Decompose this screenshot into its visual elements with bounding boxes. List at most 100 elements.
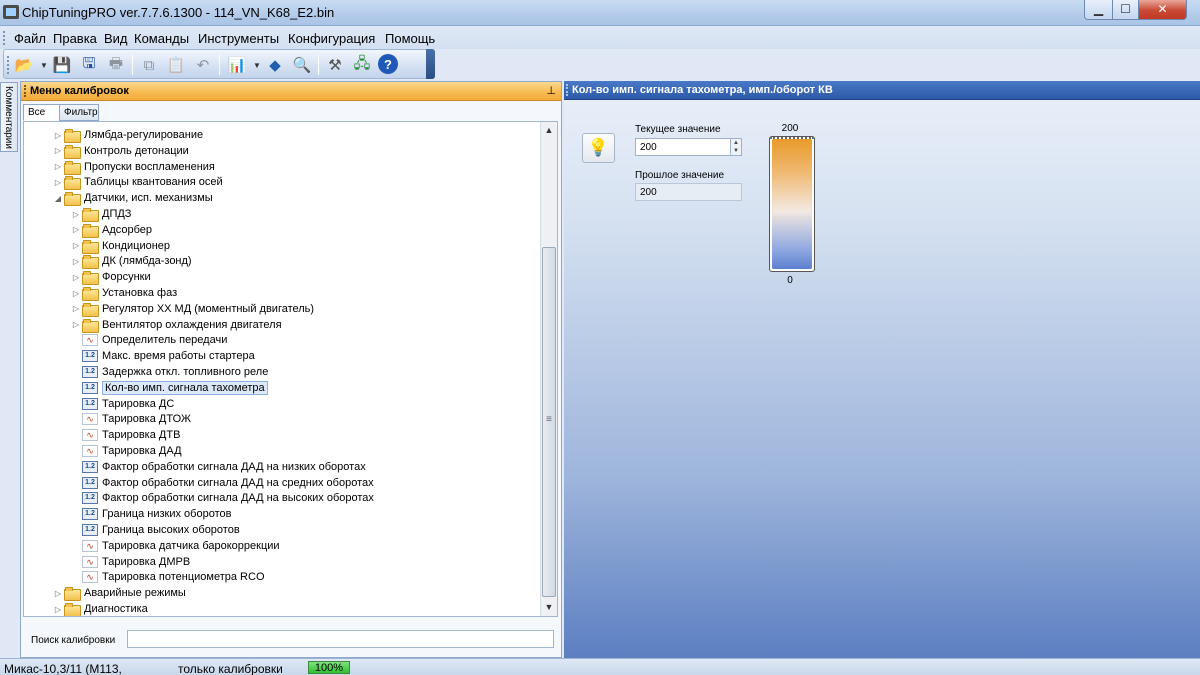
tree-row[interactable]: ∿ Тарировка ДАД [70,443,182,459]
tree-row[interactable]: ▷ Адсорбер [70,222,152,238]
tree-row[interactable]: ∿ Определитель передачи [70,332,227,348]
copy-icon[interactable]: ⧉ [138,54,160,76]
pin-icon[interactable]: ⊥ [546,84,556,97]
collapsed-arrow-icon[interactable]: ▷ [70,304,82,313]
menubar-grip[interactable] [3,31,7,45]
folder-icon [64,587,81,602]
collapsed-arrow-icon[interactable]: ▷ [52,178,64,187]
close-button[interactable]: ✕ [1138,0,1187,20]
tree-row[interactable]: ▷ Вентилятор охлаждения двигателя [70,317,282,333]
menu-file[interactable]: Файл [14,31,46,46]
tree-row[interactable]: ◢ Датчики, исп. механизмы [52,190,213,207]
undo-icon[interactable]: ↶ [192,54,214,76]
tree-row[interactable]: ▷ Таблицы квантования осей [52,174,223,191]
menu-view[interactable]: Вид [104,31,128,46]
value-gauge[interactable] [769,136,815,272]
tree-row[interactable]: ▷ ДК (лямбда-зонд) [70,253,192,270]
tree-row[interactable]: ▷ Лямбда-регулирование [52,127,203,143]
tree-row[interactable]: 1.2 Задержка откл. топливного реле [70,364,268,380]
tree-row[interactable]: 1.2 Фактор обработки сигнала ДАД на средн… [70,475,374,491]
comments-side-tab[interactable]: Комментарии [0,82,18,152]
panel-grip[interactable] [24,85,27,97]
collapsed-arrow-icon[interactable]: ▷ [52,131,64,140]
menu-help[interactable]: Помощь [385,31,435,46]
current-value-input[interactable]: 200 [635,138,731,156]
open-folder-icon[interactable]: 📂 [13,54,35,76]
tree-row[interactable]: ▷ Форсунки [70,269,151,286]
diamond-nav-icon[interactable]: ◆ [264,54,286,76]
panel-grip[interactable] [566,84,569,96]
collapsed-arrow-icon[interactable]: ▷ [70,289,82,298]
print-icon[interactable]: 🖶 [105,54,127,76]
save-icon[interactable]: 💾 [51,54,73,76]
tree-row[interactable]: ∿ Тарировка ДМРВ [70,554,190,570]
tree-row-selected[interactable]: 1.2 Кол-во имп. сигнала тахометра [70,380,268,396]
scroll-thumb[interactable] [542,247,556,597]
tree-row[interactable]: ▷ Аварийные режимы [52,585,186,602]
paste-icon[interactable]: 📋 [165,54,187,76]
save-as-icon[interactable]: 🖫 [78,54,100,76]
tab-filter[interactable]: Фильтр [59,104,99,121]
tree-row[interactable]: 1.2 Фактор обработки сигнала ДАД на низки… [70,459,366,475]
calibration-search-input[interactable] [127,630,554,648]
magnifier-icon[interactable]: 🔍 [291,54,313,76]
tree-row[interactable]: ▷ Пропуски воспламенения [52,159,215,175]
tree-row[interactable]: ▷ Регулятор ХХ МД (моментный двигатель) [70,301,314,317]
tree-item-label: Контроль детонации [84,144,189,157]
menu-configuration[interactable]: Конфигурация [288,31,375,46]
tree-row[interactable]: ∿ Тарировка ДТОЖ [70,411,191,427]
collapsed-arrow-icon[interactable]: ▷ [70,320,82,329]
tree-row[interactable]: ∿ Тарировка потенциометра RCO [70,569,265,585]
tree-row[interactable]: 1.2 Фактор обработки сигнала ДАД на высок… [70,490,374,506]
tree-row[interactable]: 1.2 Граница низких оборотов [70,506,231,522]
spin-up-icon[interactable]: ▲ [731,139,741,147]
menu-commands[interactable]: Команды [134,31,189,46]
maximize-button[interactable]: ☐ [1112,0,1139,20]
collapsed-arrow-icon[interactable]: ▷ [70,273,82,282]
lightbulb-icon[interactable]: 💡 [582,133,615,163]
connector-icon[interactable]: ⚒ [324,54,346,76]
collapsed-arrow-icon[interactable]: ▷ [70,257,82,266]
previous-value-field: 200 [635,183,742,201]
tree-row[interactable]: ▷ Установка фаз [70,285,177,301]
collapsed-arrow-icon[interactable]: ▷ [70,210,82,219]
collapsed-arrow-icon[interactable]: ▷ [52,605,64,614]
scalar-value-icon: 1.2 [82,381,98,394]
tree-item-label: Граница низких оборотов [102,508,232,521]
tree-scrollbar[interactable]: ▲ ▼ [540,122,557,616]
tree-row[interactable]: ∿ Тарировка ДТВ [70,427,180,443]
folder-icon [82,223,99,238]
menu-edit[interactable]: Правка [53,31,97,46]
open-dropdown-arrow-icon[interactable]: ▼ [40,61,48,70]
collapsed-arrow-icon[interactable]: ▷ [52,162,64,171]
current-value-spinner[interactable]: ▲ ▼ [730,138,742,156]
toolbar-overflow-button[interactable] [426,49,435,79]
tab-all[interactable]: Все [23,104,60,121]
folder-icon [82,208,99,222]
tree-row[interactable]: 1.2 Тарировка ДС [70,396,174,412]
toolbar-grip[interactable] [7,56,11,74]
minimize-button[interactable]: ▁ [1084,0,1113,20]
network-icon[interactable]: 🖧 [351,54,373,76]
folder-icon [82,271,99,286]
tree-row[interactable]: ▷ ДПДЗ [70,206,131,222]
collapsed-arrow-icon[interactable]: ▷ [70,241,82,250]
chart-tools-dropdown-arrow-icon[interactable]: ▼ [253,61,261,70]
tree-row[interactable]: ▷ Контроль детонации [52,143,189,159]
menu-tools[interactable]: Инструменты [198,31,279,46]
expanded-arrow-icon[interactable]: ◢ [52,194,64,203]
chart-tools-icon[interactable]: 📊 [226,54,248,76]
collapsed-arrow-icon[interactable]: ▷ [52,146,64,155]
tree-row[interactable]: ▷ Диагностика [52,601,148,616]
scroll-up-icon[interactable]: ▲ [541,122,557,139]
collapsed-arrow-icon[interactable]: ▷ [70,225,82,234]
help-icon[interactable]: ? [378,54,398,74]
scroll-down-icon[interactable]: ▼ [541,599,557,616]
tree-row[interactable]: ▷ Кондиционер [70,238,170,254]
collapsed-arrow-icon[interactable]: ▷ [52,589,64,598]
tree-row[interactable]: ∿ Тарировка датчика барокоррекции [70,538,280,554]
spin-down-icon[interactable]: ▼ [731,147,741,155]
tree-row[interactable]: 1.2 Граница высоких оборотов [70,522,240,538]
scalar-value-icon: 1.2 [82,460,98,473]
tree-row[interactable]: 1.2 Макс. время работы стартера [70,348,255,364]
